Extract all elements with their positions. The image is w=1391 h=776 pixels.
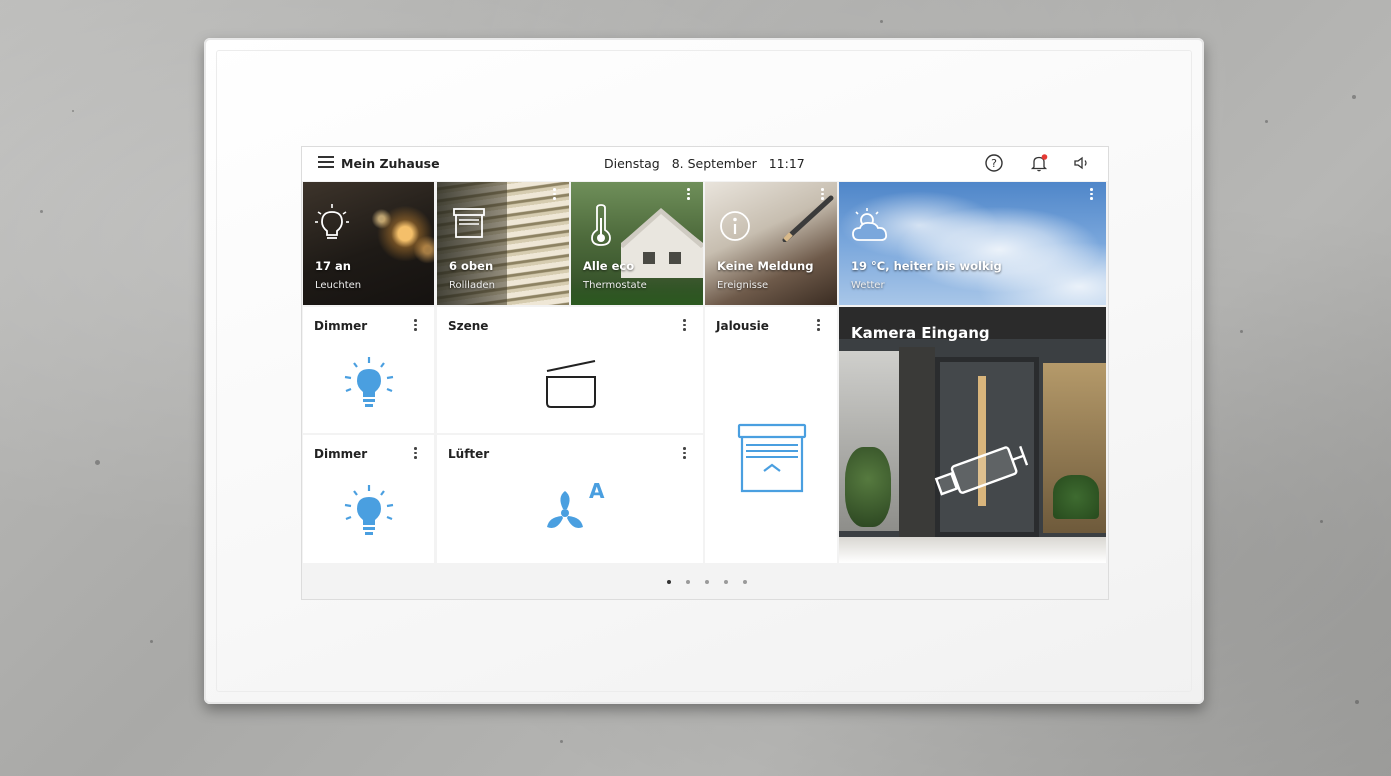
wall-pillar <box>899 347 935 537</box>
widget-fan[interactable]: Lüfter A <box>437 435 703 563</box>
status-tile-events[interactable]: Keine Meldung Ereignisse <box>705 182 837 305</box>
touch-screen: Mein Zuhause Dienstag 8. September 11:17… <box>301 146 1109 600</box>
pencil-image <box>782 195 834 242</box>
camera-title: Kamera Eingang <box>851 324 990 342</box>
page-dot-4[interactable] <box>724 580 728 584</box>
time: 11:17 <box>768 156 805 171</box>
page-dot-5[interactable] <box>743 580 747 584</box>
scene-clapperboard-icon <box>546 360 596 408</box>
dimmer-bulb-icon <box>344 357 394 407</box>
thermostats-label: Thermostate <box>583 280 647 291</box>
widget-title: Szene <box>448 319 489 333</box>
speaker-icon[interactable] <box>1072 153 1092 173</box>
more-icon[interactable] <box>414 319 418 333</box>
status-tile-weather[interactable]: 19 °C, heiter bis wolkig Wetter <box>839 182 1106 305</box>
events-label: Ereignisse <box>717 280 769 291</box>
page-indicator[interactable] <box>302 565 1108 599</box>
date: 8. September <box>671 156 757 171</box>
thermometer-icon <box>591 204 611 246</box>
widget-title: Lüfter <box>448 447 490 461</box>
blinds-label: Rollladen <box>449 280 495 291</box>
status-tile-lights[interactable]: 17 an Leuchten <box>303 182 434 305</box>
widget-camera[interactable]: Kamera Eingang <box>839 307 1106 563</box>
plant-left <box>845 447 891 527</box>
thermostats-value: Alle eco <box>583 259 635 273</box>
page-dot-1[interactable] <box>667 580 671 584</box>
lightbulb-icon <box>315 204 349 239</box>
weather-label: Wetter <box>851 280 885 291</box>
events-value: Keine Meldung <box>717 259 814 273</box>
dimmer-bulb-icon <box>344 485 394 535</box>
app-title[interactable]: Mein Zuhause <box>341 156 440 171</box>
more-icon[interactable] <box>821 188 825 202</box>
more-icon[interactable] <box>683 319 687 333</box>
jalousie-icon <box>737 423 807 493</box>
lights-label: Leuchten <box>315 280 362 291</box>
more-icon[interactable] <box>1090 188 1094 202</box>
widget-title: Dimmer <box>314 319 368 333</box>
info-icon <box>720 211 750 241</box>
plant <box>1053 475 1099 519</box>
widget-dimmer-2[interactable]: Dimmer <box>303 435 434 563</box>
widget-jalousie[interactable]: Jalousie <box>705 307 837 563</box>
bell-icon[interactable] <box>1029 153 1049 173</box>
weekday: Dienstag <box>604 156 660 171</box>
more-icon[interactable] <box>687 188 691 202</box>
more-icon[interactable] <box>817 319 821 333</box>
blind-icon <box>453 208 485 238</box>
widget-title: Jalousie <box>716 319 769 333</box>
top-bar: Mein Zuhause Dienstag 8. September 11:17… <box>302 147 1108 181</box>
blinds-value: 6 oben <box>449 259 494 273</box>
weather-value: 19 °C, heiter bis wolkig <box>851 259 1002 273</box>
page-dot-2[interactable] <box>686 580 690 584</box>
status-tile-blinds[interactable]: 6 oben Rollladen <box>437 182 569 305</box>
date-time: Dienstag 8. September 11:17 <box>604 156 813 171</box>
hamburger-menu-icon[interactable] <box>318 156 334 170</box>
help-icon[interactable]: ? <box>984 153 1004 173</box>
widget-dimmer-1[interactable]: Dimmer <box>303 307 434 433</box>
widget-scene[interactable]: Szene <box>437 307 703 433</box>
porch-floor <box>839 537 1106 563</box>
more-icon[interactable] <box>414 447 418 461</box>
page-dot-3[interactable] <box>705 580 709 584</box>
svg-text:?: ? <box>991 157 997 170</box>
fan-icon <box>547 491 583 528</box>
camera-icon <box>934 445 1029 496</box>
more-icon[interactable] <box>553 188 557 202</box>
more-icon[interactable] <box>683 447 687 461</box>
fan-auto-mode: A <box>589 479 605 503</box>
lights-value: 17 an <box>315 259 351 273</box>
widget-title: Dimmer <box>314 447 368 461</box>
status-tile-thermostats[interactable]: Alle eco Thermostate <box>571 182 703 305</box>
partly-cloudy-icon <box>852 208 888 241</box>
